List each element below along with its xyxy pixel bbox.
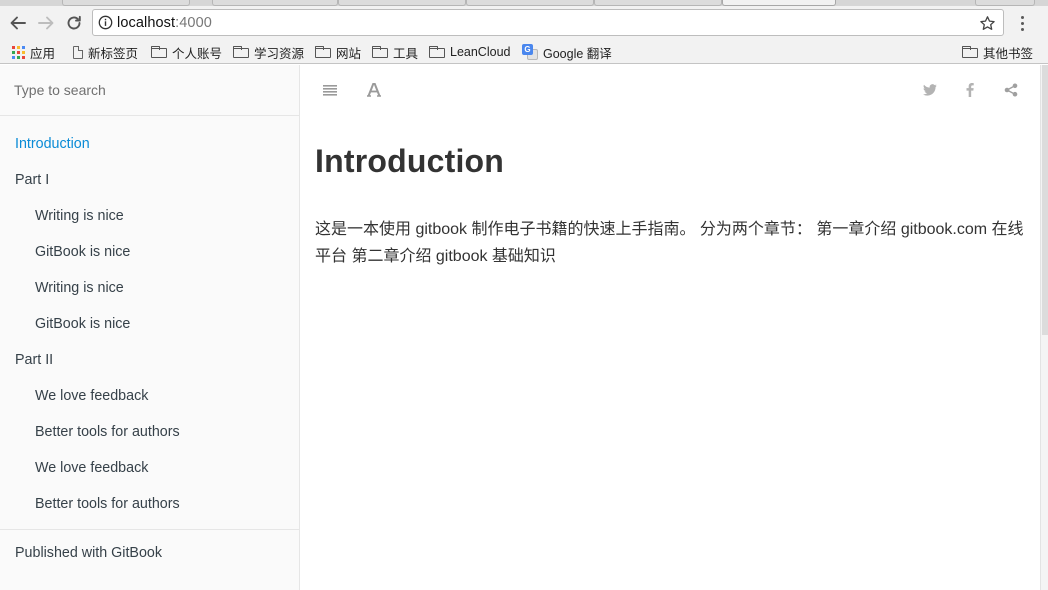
bookmark-label: LeanCloud <box>450 45 511 59</box>
bookmark-label: 个人账号 <box>172 46 223 61</box>
bookmark-label: 工具 <box>393 46 419 61</box>
bookmark-label: 新标签页 <box>88 46 139 61</box>
back-button[interactable] <box>5 10 31 36</box>
summary-item-gitbook-is-nice[interactable]: GitBook is nice <box>0 306 299 342</box>
page-title: Introduction <box>315 143 505 179</box>
bookmark-folder-personal[interactable]: 个人账号 <box>151 42 222 62</box>
url-text: localhost:4000 <box>117 15 212 31</box>
folder-icon <box>429 46 445 58</box>
summary-item-part-2[interactable]: Part II <box>0 342 299 378</box>
bookmark-label: 其他书签 <box>983 46 1034 61</box>
bookmark-star-icon[interactable] <box>977 13 997 33</box>
twitter-icon[interactable] <box>915 79 945 101</box>
apps-grid-icon <box>12 45 25 59</box>
book-summary: Introduction Part I Writing is nice GitB… <box>0 126 299 522</box>
page-icon <box>73 45 83 59</box>
folder-icon <box>315 46 331 58</box>
bookmarks-bar: 应用 新标签页 个人账号 学习资源 网站 工具 LeanCloud G Goog… <box>0 39 1048 64</box>
facebook-icon[interactable] <box>955 79 985 101</box>
bookmark-folder-learning[interactable]: 学习资源 <box>233 42 304 62</box>
back-arrow-icon <box>10 16 26 30</box>
forward-button[interactable] <box>33 10 59 36</box>
url-port: :4000 <box>175 14 212 31</box>
summary-item-writing-is-nice[interactable]: Writing is nice <box>0 270 299 306</box>
summary-item-writing-is-nice[interactable]: Writing is nice <box>0 198 299 234</box>
summary-item-gitbook-is-nice[interactable]: GitBook is nice <box>0 234 299 270</box>
share-icon[interactable] <box>996 79 1026 101</box>
url-host: localhost <box>117 14 176 31</box>
browser-menu-icon[interactable] <box>1012 12 1032 34</box>
folder-icon <box>233 46 249 58</box>
bookmark-new-tab[interactable]: 新标签页 <box>73 42 138 62</box>
bookmark-folder-tools[interactable]: 工具 <box>372 42 418 62</box>
bookmark-google-translate[interactable]: G Google 翻译 <box>522 42 612 62</box>
sidebar-divider <box>0 529 299 530</box>
font-settings-icon[interactable] <box>359 79 389 101</box>
summary-item-we-love-feedback[interactable]: We love feedback <box>0 450 299 486</box>
published-with-gitbook-link[interactable]: Published with GitBook <box>15 545 162 561</box>
intro-paragraph: 这是一本使用 gitbook 制作电子书籍的快速上手指南。 分为两个章节： 第一… <box>315 221 1024 265</box>
bookmark-label: 网站 <box>336 46 362 61</box>
folder-icon <box>962 46 978 58</box>
bookmark-folder-sites[interactable]: 网站 <box>315 42 361 62</box>
menu-icon[interactable] <box>315 79 345 101</box>
book-search <box>0 65 299 116</box>
summary-item-we-love-feedback[interactable]: We love feedback <box>0 378 299 414</box>
folder-icon <box>151 46 167 58</box>
summary-item-better-tools[interactable]: Better tools for authors <box>0 486 299 522</box>
bookmark-label: 应用 <box>30 46 56 61</box>
summary-item-introduction[interactable]: Introduction <box>0 126 299 162</box>
bookmark-folder-other[interactable]: 其他书签 <box>962 42 1033 62</box>
summary-item-better-tools[interactable]: Better tools for authors <box>0 414 299 450</box>
book-content: Introduction 这是一本使用 gitbook 制作电子书籍的快速上手指… <box>301 65 1040 590</box>
bookmark-label: Google 翻译 <box>543 46 612 61</box>
address-bar[interactable]: localhost:4000 <box>92 9 1004 36</box>
folder-icon <box>372 46 388 58</box>
bookmark-folder-leancloud[interactable]: LeanCloud <box>429 42 510 62</box>
bookmark-apps[interactable]: 应用 <box>12 42 55 62</box>
browser-toolbar: localhost:4000 <box>0 6 1048 39</box>
scrollbar-thumb[interactable] <box>1042 65 1048 335</box>
scrollbar[interactable] <box>1040 65 1048 590</box>
book-sidebar: Introduction Part I Writing is nice GitB… <box>0 65 300 590</box>
search-input[interactable] <box>0 65 299 115</box>
reload-button[interactable] <box>61 10 87 36</box>
bookmark-label: 学习资源 <box>254 46 305 61</box>
google-translate-icon: G <box>522 44 538 60</box>
forward-arrow-icon <box>38 16 54 30</box>
reload-icon <box>67 15 81 30</box>
site-info-icon[interactable] <box>93 10 117 35</box>
summary-item-part-1[interactable]: Part I <box>0 162 299 198</box>
gitbook-page: Introduction Part I Writing is nice GitB… <box>0 65 1048 590</box>
